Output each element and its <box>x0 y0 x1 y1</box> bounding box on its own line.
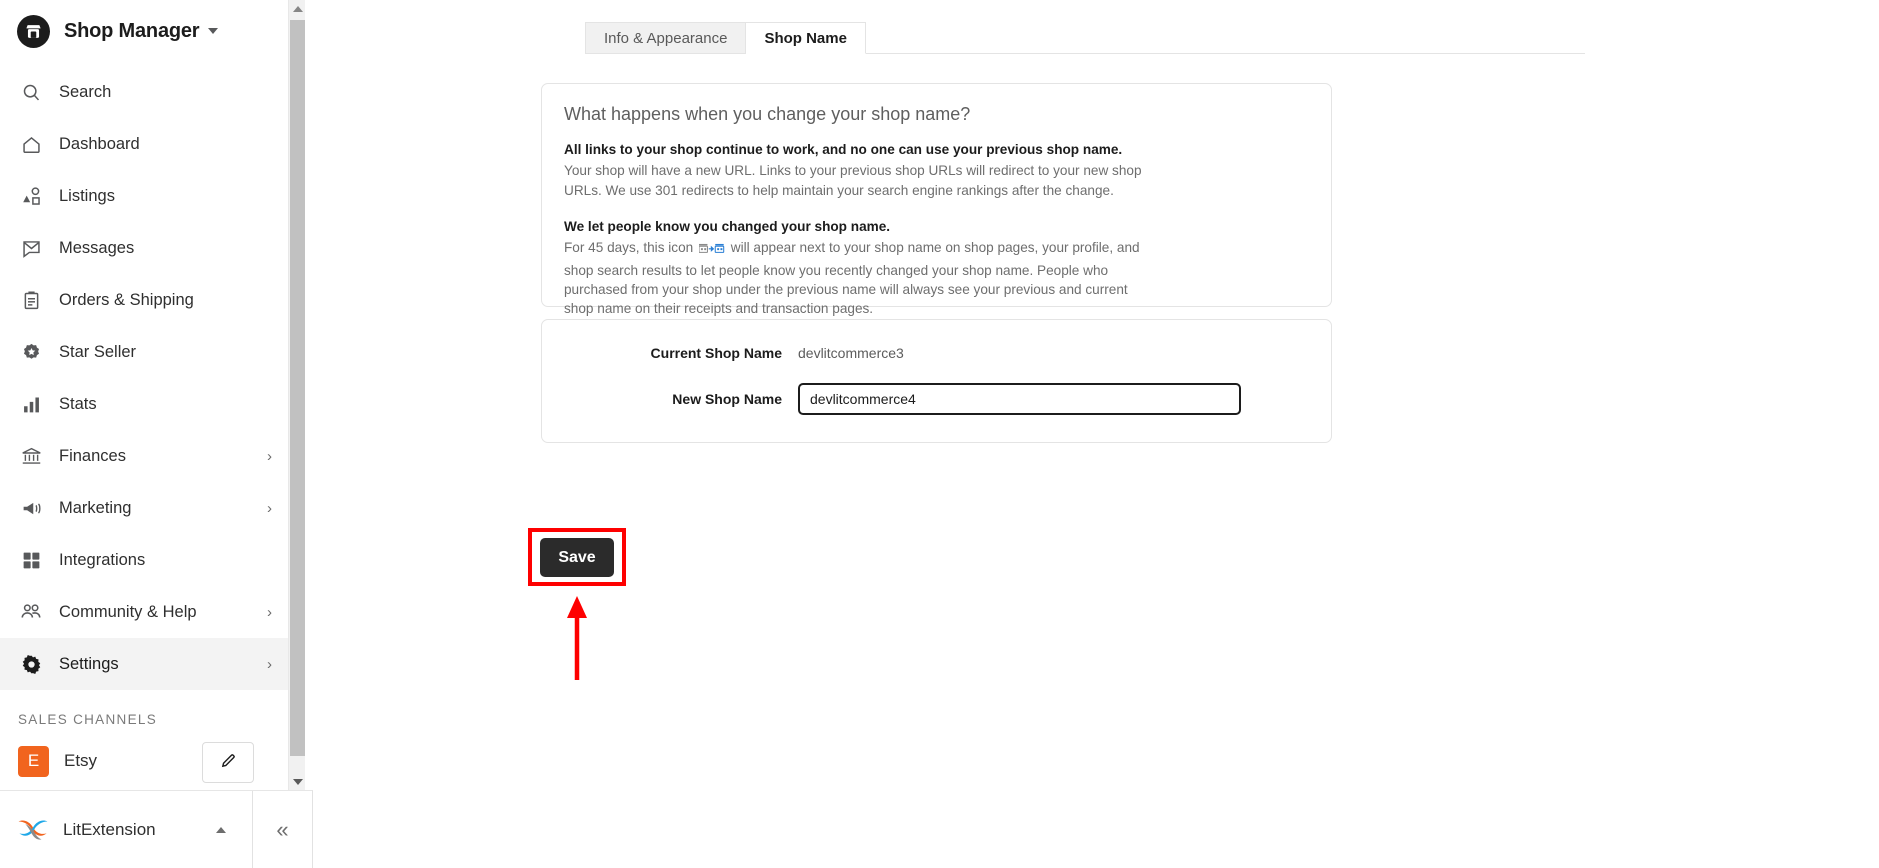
info-block-0-heading: All links to your shop continue to work,… <box>564 142 1123 157</box>
tab-label: Shop Name <box>764 29 847 47</box>
litextension-label: LitExtension <box>63 819 156 839</box>
save-button[interactable]: Save <box>540 538 614 577</box>
home-icon <box>18 131 44 157</box>
sidebar-item-label: Marketing <box>59 498 132 517</box>
chevron-right-icon: › <box>267 447 272 465</box>
chevron-double-left-icon: « <box>276 816 289 842</box>
chevron-up-icon[interactable] <box>216 826 226 833</box>
info-card-title: What happens when you change your shop n… <box>564 104 971 124</box>
collapse-sidebar-button[interactable]: « <box>252 790 312 868</box>
clipboard-icon <box>18 287 44 313</box>
channel-label: Etsy <box>64 751 98 770</box>
sidebar-item-label: Listings <box>59 186 115 205</box>
sidebar-item-finances[interactable]: Finances › <box>0 430 288 482</box>
shop-name-change-icon <box>698 241 725 260</box>
chevron-right-icon: › <box>267 603 272 621</box>
scrollbar-thumb[interactable] <box>290 20 305 756</box>
shop-name-form-card: Current Shop Name devlitcommerce3 New Sh… <box>541 319 1332 443</box>
tab-shop-name[interactable]: Shop Name <box>746 22 866 54</box>
scroll-up-arrow[interactable] <box>289 0 306 17</box>
sidebar-footer: LitExtension « <box>0 790 313 868</box>
info-block-0-body: Your shop will have a new URL. Links to … <box>564 163 1142 198</box>
sidebar-item-listings[interactable]: Listings <box>0 170 288 222</box>
shop-manager-header[interactable]: Shop Manager <box>0 0 288 62</box>
pencil-icon <box>220 752 237 774</box>
chevron-down-icon[interactable] <box>208 28 219 34</box>
people-icon <box>18 599 44 625</box>
bar-chart-icon <box>18 391 44 417</box>
sidebar-item-label: Star Seller <box>59 342 137 361</box>
search-icon <box>18 79 44 105</box>
current-shop-name-label: Current Shop Name <box>650 345 782 361</box>
sidebar-item-label: Community & Help <box>59 602 197 621</box>
main-content: Info & Appearance Shop Name What happens… <box>313 0 1879 868</box>
sidebar-item-label: Dashboard <box>59 134 140 153</box>
up-arrow-annotation <box>567 596 587 680</box>
edit-channel-button[interactable] <box>202 742 254 783</box>
sidebar-item-label: Stats <box>59 394 97 413</box>
sidebar-item-label: Settings <box>59 654 119 673</box>
sidebar: Shop Manager Search Dashboard Listings M… <box>0 0 288 790</box>
sidebar-item-messages[interactable]: Messages <box>0 222 288 274</box>
grid-squares-icon <box>18 547 44 573</box>
sidebar-item-search[interactable]: Search <box>0 66 288 118</box>
current-shop-name-row: Current Shop Name devlitcommerce3 <box>542 320 1331 372</box>
tab-filler <box>865 22 1585 54</box>
tab-label: Info & Appearance <box>604 29 728 47</box>
shop-manager-title: Shop Manager <box>64 19 200 42</box>
sidebar-scrollbar[interactable] <box>288 0 305 790</box>
app-root: Shop Manager Search Dashboard Listings M… <box>0 0 1879 868</box>
chevron-right-icon: › <box>267 499 272 517</box>
info-block-1-heading: We let people know you changed your shop… <box>564 218 891 234</box>
gear-icon <box>18 651 44 677</box>
shop-name-info-card: What happens when you change your shop n… <box>541 83 1332 316</box>
litextension-menu[interactable]: LitExtension <box>0 791 252 868</box>
shapes-icon <box>18 183 44 209</box>
storefront-icon <box>17 14 50 48</box>
tab-info-appearance[interactable]: Info & Appearance <box>585 22 747 53</box>
new-shop-name-row: New Shop Name <box>542 372 1331 426</box>
sidebar-item-community-help[interactable]: Community & Help › <box>0 586 288 638</box>
star-badge-icon <box>18 339 44 365</box>
sidebar-item-label: Search <box>59 82 112 101</box>
sales-channels-heading: SALES CHANNELS <box>18 712 157 727</box>
sidebar-item-label: Integrations <box>59 550 146 569</box>
info-block-1-body-before: For 45 days, this icon <box>564 240 697 256</box>
chevron-right-icon: › <box>267 655 272 673</box>
envelope-icon <box>18 235 44 261</box>
sidebar-item-stats[interactable]: Stats <box>0 378 288 430</box>
sidebar-nav: Search Dashboard Listings Messages Order… <box>0 66 288 690</box>
sidebar-item-marketing[interactable]: Marketing › <box>0 482 288 534</box>
scroll-down-arrow[interactable] <box>289 773 306 790</box>
etsy-badge-icon: E <box>18 745 49 777</box>
sidebar-item-settings[interactable]: Settings › <box>0 638 288 690</box>
sidebar-channel-etsy[interactable]: E Etsy <box>0 737 288 785</box>
bank-icon <box>18 443 44 469</box>
tab-bar: Info & Appearance Shop Name <box>585 22 1585 54</box>
info-block-1-body: For 45 days, this icon will appear next … <box>564 238 1144 318</box>
new-shop-name-input[interactable] <box>798 383 1241 415</box>
sidebar-item-label: Messages <box>59 238 135 257</box>
sidebar-item-orders-shipping[interactable]: Orders & Shipping <box>0 274 288 326</box>
sidebar-item-integrations[interactable]: Integrations <box>0 534 288 586</box>
megaphone-icon <box>18 495 44 521</box>
current-shop-name-value: devlitcommerce3 <box>798 345 904 361</box>
new-shop-name-label: New Shop Name <box>672 391 782 407</box>
sidebar-item-label: Orders & Shipping <box>59 290 194 309</box>
sidebar-item-label: Finances <box>59 446 126 465</box>
sidebar-item-star-seller[interactable]: Star Seller <box>0 326 288 378</box>
sidebar-item-dashboard[interactable]: Dashboard <box>0 118 288 170</box>
litextension-logo <box>16 816 50 844</box>
